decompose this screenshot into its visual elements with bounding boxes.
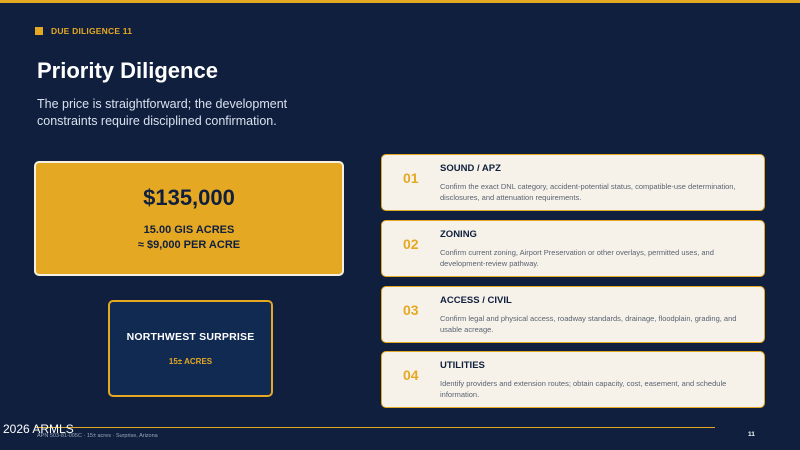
page-number: 11 (748, 431, 755, 438)
price-per-acre-label: ≈ $9,000 PER ACRE (137, 238, 241, 251)
item-number: 03 (403, 302, 419, 318)
footer-divider (35, 427, 715, 428)
item-number: 04 (403, 367, 419, 383)
item-description: Confirm the exact DNL category, accident… (440, 182, 736, 202)
item-number: 02 (403, 236, 419, 252)
diligence-item-zoning: 02 ZONING Confirm current zoning, Airpor… (381, 220, 765, 277)
footer-property-info: APN 503-81-005C · 15± acres · Surprise, … (37, 433, 158, 439)
item-title: ZONING (440, 229, 477, 240)
location-card: NORTHWEST SURPRISE 15± ACRES (108, 300, 273, 397)
section-eyebrow: DUE DILIGENCE 11 (35, 26, 132, 36)
item-title: UTILITIES (440, 360, 485, 371)
item-title: ACCESS / CIVIL (440, 295, 512, 306)
item-title: SOUND / APZ (440, 163, 501, 174)
location-title: NORTHWEST SURPRISE (126, 331, 255, 343)
price-card: $135,000 15.00 GIS ACRES ≈ $9,000 PER AC… (34, 161, 344, 276)
page-title: Priority Diligence (37, 58, 218, 83)
item-description: Identify providers and extension routes;… (440, 379, 727, 399)
location-acreage: 15± ACRES (168, 357, 213, 366)
acreage-label: 15.00 GIS ACRES (143, 223, 235, 236)
diligence-item-sound-apz: 01 SOUND / APZ Confirm the exact DNL cat… (381, 154, 765, 211)
page-subtitle: The price is straightforward; the develo… (37, 97, 288, 128)
price-value: $135,000 (143, 184, 235, 210)
item-description: Confirm legal and physical access, roadw… (440, 314, 737, 334)
eyebrow-label: DUE DILIGENCE 11 (51, 26, 133, 36)
item-number: 01 (403, 170, 419, 186)
top-accent-bar (0, 0, 800, 3)
eyebrow-square-icon (35, 27, 43, 35)
item-description: Confirm current zoning, Airport Preserva… (440, 248, 714, 268)
diligence-item-utilities: 04 UTILITIES Identify providers and exte… (381, 351, 765, 408)
diligence-item-access-civil: 03 ACCESS / CIVIL Confirm legal and phys… (381, 286, 765, 343)
